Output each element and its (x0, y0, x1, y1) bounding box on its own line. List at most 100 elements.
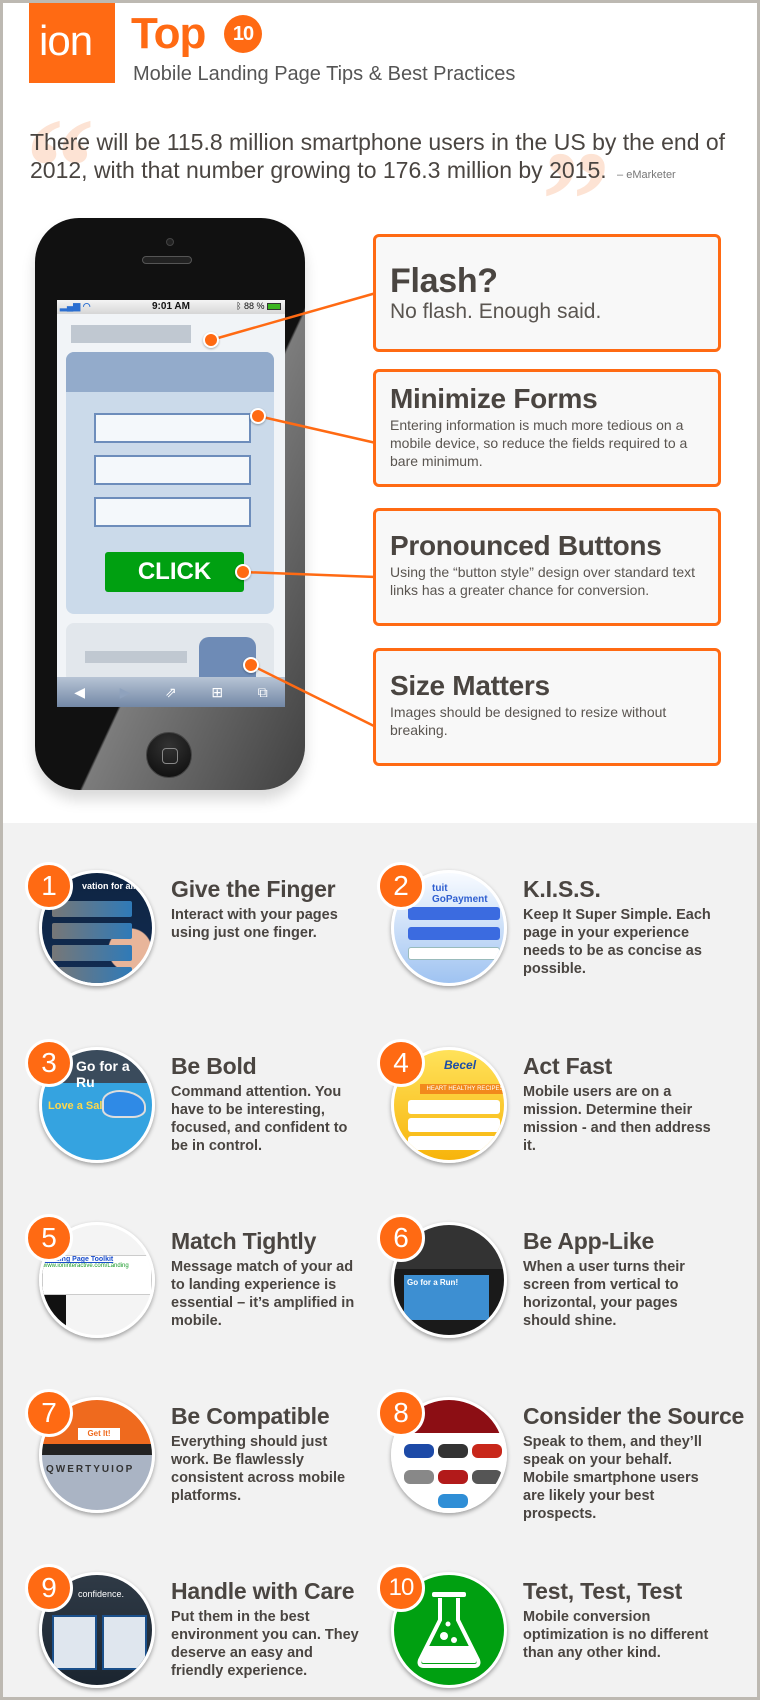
title-badge: 10 (224, 15, 262, 53)
infographic: ion Top 10 Mobile Landing Page Tips & Be… (3, 3, 757, 1697)
page-subtitle: Mobile Landing Page Tips & Best Practice… (133, 63, 516, 85)
tip-item: 6 Go for a Run! Be App-Like When a user … (355, 1200, 725, 1350)
text-placeholder (85, 651, 187, 663)
ion-logo: ion (29, 3, 115, 83)
form-field-1[interactable] (94, 413, 251, 443)
callout-dot-flash (203, 332, 219, 348)
callout-text: No flash. Enough said. (390, 300, 602, 323)
tip-title: Handle with Care (171, 1578, 355, 1604)
tip-number-badge: 4 (377, 1039, 425, 1087)
tip-number-badge: 7 (25, 1389, 73, 1437)
thumb-button (408, 1100, 500, 1114)
callout-dot-buttons (235, 564, 251, 580)
car-icon (438, 1470, 468, 1484)
tip-title: Consider the Source (523, 1403, 745, 1429)
thumb-caption: vation for all (82, 881, 136, 891)
callout-size-matters: Size Matters Images should be designed t… (373, 648, 721, 766)
flask-icon (417, 1592, 481, 1668)
tip-text: Mobile users are on a mission. Determine… (523, 1084, 711, 1154)
tip-title: Be Compatible (171, 1403, 330, 1429)
car-icon (404, 1470, 434, 1484)
home-button[interactable] (146, 732, 192, 778)
thumb-keyboard: QWERTYUIOP (46, 1464, 135, 1475)
thumb-caption: confidence. (78, 1589, 125, 1599)
thumb-button (408, 1118, 500, 1132)
forward-icon[interactable]: ▶ (120, 684, 131, 701)
callout-title: Minimize Forms (390, 383, 598, 414)
tip-item: 3 Go for a Ru Love a Sale? Be Bold Comma… (3, 1025, 373, 1175)
logo-text: ion (39, 17, 93, 64)
car-icon (438, 1494, 468, 1508)
tip-item: 2 tuit GoPayment K.I.S.S. Keep It Super … (355, 848, 725, 998)
tip-number-badge: 1 (25, 862, 73, 910)
tip-title: Act Fast (523, 1053, 613, 1079)
bookmarks-icon[interactable]: ⊞ (211, 684, 223, 701)
tip-text: Everything should just work. Be flawless… (171, 1434, 346, 1504)
image-placeholder-section (66, 623, 274, 683)
tip-text: Keep It Super Simple. Each page in your … (523, 907, 711, 977)
back-icon[interactable]: ◀ (74, 684, 85, 701)
battery-percent: 88 % (243, 301, 265, 311)
callout-title: Pronounced Buttons (390, 530, 662, 561)
tip-text: Speak to them, and they’ll speak on your… (523, 1434, 702, 1522)
tip-item: 5 Landing Page Toolkit www.ioninteractiv… (3, 1200, 373, 1350)
thumb-banner: HEART HEALTHY RECIPES (420, 1084, 504, 1094)
thumb-caption: Go for a Run! (407, 1278, 459, 1287)
status-bar: ▂▄▆ ◠ 9:01 AM ᛒ 88 % (57, 300, 285, 314)
tabs-icon[interactable]: ⧉ (258, 684, 268, 701)
battery-icon (267, 303, 281, 311)
thumb-button (408, 907, 500, 920)
tip-text: Interact with your pages using just one … (171, 907, 338, 941)
tip-title: K.I.S.S. (523, 876, 601, 902)
thumb-button (408, 947, 500, 960)
tip-item: 8 Consider the Source Speak to them, and… (355, 1375, 744, 1525)
thumb-brand: Becel (444, 1058, 477, 1072)
tip-number-badge: 5 (25, 1214, 73, 1262)
tip-text: Command attention. You have to be intere… (171, 1084, 348, 1154)
thumb-button (408, 1136, 500, 1150)
tip-number-badge: 8 (377, 1389, 425, 1437)
speaker-icon (142, 256, 192, 264)
car-icon (472, 1470, 502, 1484)
tip-number-badge: 3 (25, 1039, 73, 1087)
callout-dot-size (243, 657, 259, 673)
tips-grid: 1 vation for all Give the Finger Interac… (3, 823, 757, 1697)
browser-toolbar: ◀ ▶ ⇗ ⊞ ⧉ (57, 677, 285, 707)
thumb-caption: tuit GoPayment (432, 883, 488, 905)
callout-text: Using the “button style” design over sta… (390, 564, 696, 598)
tip-title: Match Tightly (171, 1228, 317, 1254)
tip-text: Mobile conversion optimization is no dif… (523, 1609, 709, 1661)
tip-title: Be App-Like (523, 1228, 655, 1254)
form-field-2[interactable] (94, 455, 251, 485)
callout-pronounced-buttons: Pronounced Buttons Using the “button sty… (373, 508, 721, 626)
tip-number-badge: 10 (377, 1564, 425, 1612)
phone-screen: ▂▄▆ ◠ 9:01 AM ᛒ 88 % CLICK ◀ ▶ ⇗ ⊞ ⧉ (57, 300, 285, 707)
callout-text: Entering information is much more tediou… (390, 417, 688, 469)
callout-flash: Flash? No flash. Enough said. (373, 234, 721, 352)
tip-item: 4 HEART HEALTHY RECIPES Becel Act Fast M… (355, 1025, 725, 1175)
thumb-caption: Go for a Ru (76, 1058, 130, 1090)
click-button[interactable]: CLICK (105, 552, 244, 592)
callout-dot-forms (250, 408, 266, 424)
callout-title: Size Matters (390, 670, 550, 701)
car-icon (404, 1444, 434, 1458)
form-header (66, 352, 274, 392)
page-title: Top (131, 9, 206, 58)
callout-minimize-forms: Minimize Forms Entering information is m… (373, 369, 721, 487)
tip-title: Be Bold (171, 1053, 257, 1079)
tip-title: Give the Finger (171, 876, 336, 902)
shoe-icon (102, 1090, 146, 1118)
tip-number-badge: 2 (377, 862, 425, 910)
statistic-quote: There will be 115.8 million smartphone u… (30, 128, 730, 189)
thumb-button: Get It! (78, 1428, 120, 1440)
car-icon (438, 1444, 468, 1458)
tip-title: Test, Test, Test (523, 1578, 683, 1604)
callout-title: Flash? (390, 262, 498, 300)
share-icon[interactable]: ⇗ (165, 684, 177, 701)
tip-text: When a user turns their screen from vert… (523, 1259, 685, 1329)
callout-text: Images should be designed to resize with… (390, 704, 667, 738)
form-field-3[interactable] (94, 497, 251, 527)
car-icon (472, 1444, 502, 1458)
thumb-photo-administrators (52, 1615, 97, 1670)
bluetooth-icon: ᛒ (236, 301, 244, 311)
